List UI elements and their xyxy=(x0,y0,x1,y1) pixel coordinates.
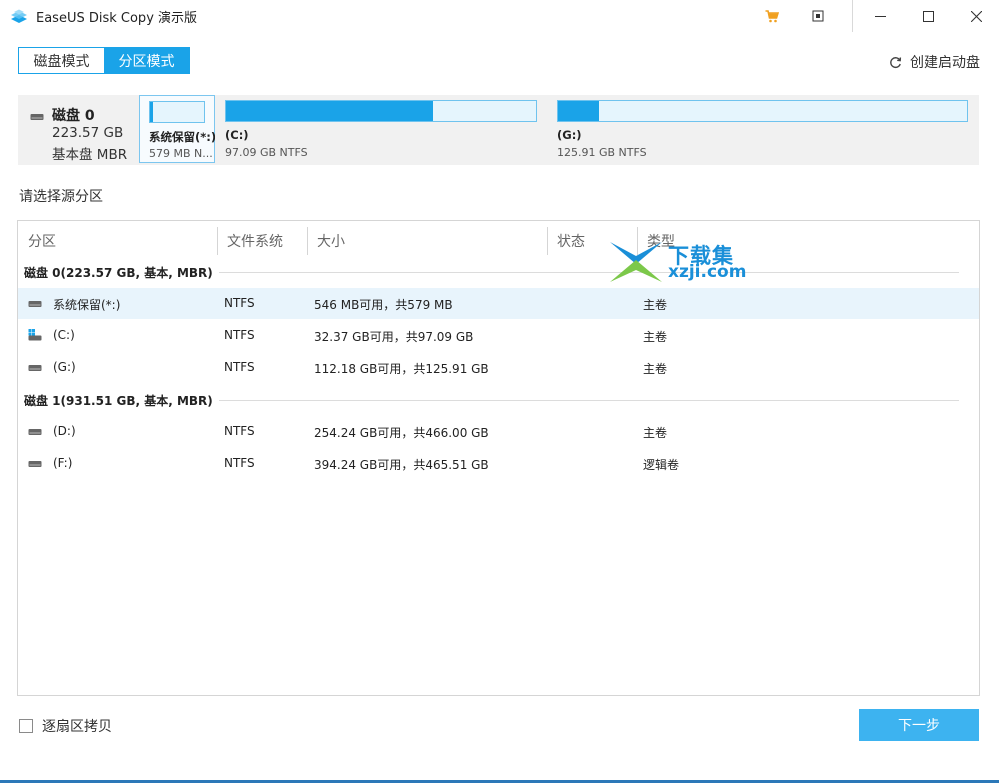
table-header: 分区 文件系统 大小 状态 类型 xyxy=(18,221,979,261)
window-title: EaseUS Disk Copy 演示版 xyxy=(36,11,198,26)
titlebar-divider xyxy=(852,0,853,32)
sector-copy-label: 逐扇区拷贝 xyxy=(42,719,112,735)
table-row[interactable]: 系统保留(*:) NTFS 546 MB可用，共579 MB 主卷 xyxy=(18,288,979,319)
select-source-label: 请选择源分区 xyxy=(19,189,103,205)
partition-label: (C:) xyxy=(225,128,249,142)
drive-icon xyxy=(28,301,42,307)
maximize-icon xyxy=(922,10,934,22)
table-row[interactable]: (C:) NTFS 32.37 GB可用，共97.09 GB 主卷 xyxy=(18,320,979,351)
partition-size: 32.37 GB可用，共97.09 GB xyxy=(314,330,474,344)
disk-group-header: 磁盘 0(223.57 GB, 基本, MBR) xyxy=(18,261,979,283)
partition-type: 主卷 xyxy=(643,362,668,376)
close-button[interactable] xyxy=(953,0,999,32)
partition-label: 系统保留(*:) xyxy=(149,130,215,144)
partition-size: 254.24 GB可用，共466.00 GB xyxy=(314,426,489,440)
refresh-icon xyxy=(890,56,902,68)
easeus-logo-icon xyxy=(11,9,27,23)
partition-size: 546 MB可用，共579 MB xyxy=(314,298,453,312)
disk-map: 磁盘 0 223.57 GB 基本盘 MBR 系统保留(*:) 579 MB N… xyxy=(18,95,979,165)
partition-sub: 579 MB N... xyxy=(149,147,213,160)
mode-tabs: 磁盘模式 分区模式 xyxy=(18,47,190,74)
partition-type: 主卷 xyxy=(643,330,668,344)
column-header-partition[interactable]: 分区 xyxy=(28,231,56,251)
cart-icon xyxy=(765,9,779,22)
partition-table: 分区 文件系统 大小 状态 类型 磁盘 0(223.57 GB, 基本, MBR… xyxy=(17,220,980,696)
table-row[interactable]: (D:) NTFS 254.24 GB可用，共466.00 GB 主卷 xyxy=(18,416,979,447)
partition-filesystem: NTFS xyxy=(224,296,255,310)
partition-filesystem: NTFS xyxy=(224,424,255,438)
next-button[interactable]: 下一步 xyxy=(859,709,979,741)
hard-drive-icon xyxy=(30,114,44,120)
column-divider[interactable] xyxy=(307,227,308,255)
partition-size: 394.24 GB可用，共465.51 GB xyxy=(314,458,489,472)
drive-icon xyxy=(28,429,42,435)
disk-name: 磁盘 0 xyxy=(52,108,95,124)
checkbox-box[interactable] xyxy=(19,719,33,733)
partition-filesystem: NTFS xyxy=(224,360,255,374)
watermark: 下载集 xzji.com xyxy=(608,238,758,288)
partition-usage-fill xyxy=(150,102,154,122)
partition-name: (C:) xyxy=(53,328,75,342)
partition-type: 主卷 xyxy=(643,298,668,312)
watermark-sub: xzji.com xyxy=(668,262,747,282)
windows-drive-icon xyxy=(28,329,42,341)
sector-copy-checkbox[interactable]: 逐扇区拷贝 xyxy=(19,716,112,736)
partition-usage-bar xyxy=(557,100,968,122)
column-header-status[interactable]: 状态 xyxy=(557,231,585,251)
drive-icon xyxy=(28,365,42,371)
disk-size: 223.57 GB xyxy=(52,125,124,141)
feedback-button[interactable] xyxy=(798,0,838,32)
partition-block-g[interactable]: (G:) 125.91 GB NTFS xyxy=(548,95,979,163)
cart-button[interactable] xyxy=(752,0,792,32)
table-row[interactable]: (F:) NTFS 394.24 GB可用，共465.51 GB 逻辑卷 xyxy=(18,448,979,479)
partition-filesystem: NTFS xyxy=(224,456,255,470)
partition-name: (G:) xyxy=(53,360,76,374)
partition-sub: 97.09 GB NTFS xyxy=(225,146,308,159)
tab-partition-mode[interactable]: 分区模式 xyxy=(104,48,189,73)
create-bootable-label: 创建启动盘 xyxy=(910,55,980,71)
partition-name: (F:) xyxy=(53,456,73,470)
partition-usage-fill xyxy=(558,101,599,121)
column-divider[interactable] xyxy=(217,227,218,255)
watermark-logo-icon xyxy=(610,242,662,282)
column-header-filesystem[interactable]: 文件系统 xyxy=(227,231,283,251)
partition-filesystem: NTFS xyxy=(224,328,255,342)
minimize-icon xyxy=(874,15,886,17)
drive-icon xyxy=(28,461,42,467)
partition-sub: 125.91 GB NTFS xyxy=(557,146,647,159)
partition-block-system-reserved[interactable]: 系统保留(*:) 579 MB N... xyxy=(139,95,215,163)
title-bar: EaseUS Disk Copy 演示版 xyxy=(0,0,999,32)
table-row[interactable]: (G:) NTFS 112.18 GB可用，共125.91 GB 主卷 xyxy=(18,352,979,383)
partition-type: 主卷 xyxy=(643,426,668,440)
partition-size: 112.18 GB可用，共125.91 GB xyxy=(314,362,489,376)
partition-name: (D:) xyxy=(53,424,76,438)
disk-group-label: 磁盘 1(931.51 GB, 基本, MBR) xyxy=(24,392,219,409)
partition-usage-fill xyxy=(226,101,433,121)
window-restore-icon xyxy=(812,10,824,22)
disk-group-label: 磁盘 0(223.57 GB, 基本, MBR) xyxy=(24,264,219,281)
close-icon xyxy=(970,10,982,22)
partition-usage-bar xyxy=(149,101,205,123)
disk-group-header: 磁盘 1(931.51 GB, 基本, MBR) xyxy=(18,389,979,411)
partition-type: 逻辑卷 xyxy=(643,458,680,472)
maximize-button[interactable] xyxy=(905,0,951,32)
disk-type: 基本盘 MBR xyxy=(52,147,128,163)
column-divider[interactable] xyxy=(547,227,548,255)
partition-usage-bar xyxy=(225,100,537,122)
partition-block-c[interactable]: (C:) 97.09 GB NTFS xyxy=(216,95,546,163)
tab-disk-mode[interactable]: 磁盘模式 xyxy=(19,48,104,73)
minimize-button[interactable] xyxy=(857,0,903,32)
column-header-size[interactable]: 大小 xyxy=(317,231,345,251)
partition-label: (G:) xyxy=(557,128,582,142)
create-bootable-button[interactable]: 创建启动盘 xyxy=(889,52,980,72)
partition-name: 系统保留(*:) xyxy=(53,298,121,312)
